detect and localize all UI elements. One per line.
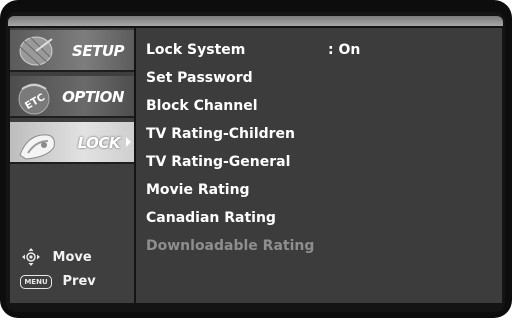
- lock-menu-panel: Lock System : On Set Password Block Chan…: [136, 28, 502, 303]
- menu-item-label: Downloadable Rating: [146, 238, 315, 254]
- tab-lock-label: LOCK: [77, 134, 121, 152]
- tab-setup-label: SETUP: [72, 42, 124, 60]
- menu-item-label: Set Password: [146, 70, 253, 86]
- menu-item-label: TV Rating-Children: [146, 126, 296, 142]
- menu-item-set-password[interactable]: Set Password: [146, 68, 486, 88]
- menu-item-label: Canadian Rating: [146, 210, 276, 226]
- menu-item-block-channel[interactable]: Block Channel: [146, 96, 486, 116]
- sidebar: SETUP ETC OPTION LOCK Move MENU Prev: [10, 28, 134, 303]
- menu-item-label: Movie Rating: [146, 182, 250, 198]
- tab-option-label: OPTION: [62, 88, 124, 106]
- menu-item-movie-rating[interactable]: Movie Rating: [146, 180, 486, 200]
- move-dpad-icon: [22, 248, 40, 266]
- help-prev-label: Prev: [62, 274, 96, 289]
- menu-item-tv-rating-children[interactable]: TV Rating-Children: [146, 124, 486, 144]
- help-move-label: Move: [52, 249, 92, 265]
- top-strip: [8, 16, 503, 26]
- tab-option[interactable]: ETC OPTION: [10, 76, 134, 118]
- menu-item-label: Lock System: [146, 42, 246, 58]
- menu-item-downloadable-rating: Downloadable Rating: [146, 236, 486, 256]
- menu-key-icon: MENU: [20, 274, 52, 289]
- menu-item-lock-system[interactable]: Lock System : On: [146, 40, 486, 60]
- selected-arrow-icon: [126, 137, 131, 147]
- help-prev: MENU Prev: [20, 274, 96, 289]
- menu-item-label: Block Channel: [146, 98, 258, 114]
- menu-item-label: TV Rating-General: [146, 154, 291, 170]
- etc-icon: ETC: [18, 83, 50, 115]
- menu-item-canadian-rating[interactable]: Canadian Rating: [146, 208, 486, 228]
- tab-lock[interactable]: LOCK: [10, 122, 134, 164]
- lock-system-value: : On: [328, 42, 361, 58]
- help-move: Move: [20, 248, 92, 266]
- lock-icon: [19, 134, 55, 160]
- tab-setup[interactable]: SETUP: [10, 30, 134, 72]
- satellite-dish-icon: [19, 36, 53, 68]
- menu-item-tv-rating-general[interactable]: TV Rating-General: [146, 152, 486, 172]
